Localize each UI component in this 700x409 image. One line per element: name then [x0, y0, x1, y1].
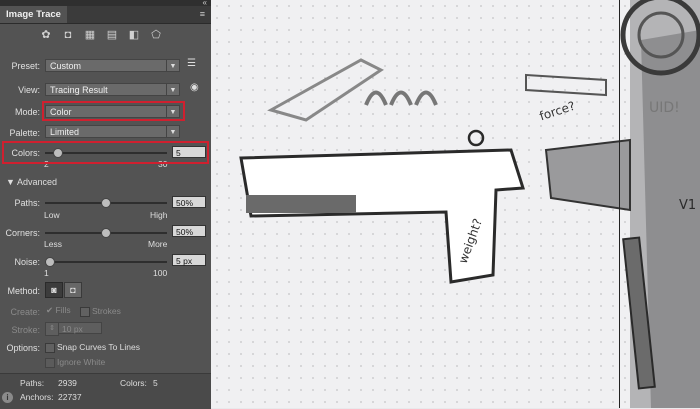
palette-dropdown[interactable]: Limited ▼ [45, 125, 180, 138]
outline-icon[interactable]: ⬠ [149, 29, 163, 41]
noise-field[interactable]: 5 px [172, 254, 206, 266]
annotation-uid: UID! [649, 100, 680, 116]
noise-min: 1 [44, 268, 49, 278]
colors-stat-value: 5 [153, 378, 158, 388]
view-label: View: [18, 85, 40, 95]
chevron-down-icon: ▼ [166, 84, 179, 95]
fills-checkbox[interactable]: ✔ Fills [46, 305, 71, 316]
panel-menu-icon[interactable]: ≡ [200, 9, 205, 19]
noise-slider-thumb[interactable] [44, 257, 55, 267]
bumps-sketch-drawing [364, 90, 438, 106]
corners-slider-thumb[interactable] [101, 228, 111, 238]
device-grip-shading [246, 195, 356, 213]
corners-field[interactable]: 50% [172, 225, 206, 237]
low-color-icon[interactable]: ▦ [83, 29, 97, 41]
mode-highlight-box [42, 101, 185, 121]
anchors-stat-value: 22737 [58, 392, 82, 402]
preset-value: Custom [50, 61, 82, 71]
paths-max: High [150, 210, 168, 220]
snap-curves-checkbox[interactable] [45, 343, 55, 353]
paths-label: Paths: [14, 198, 40, 208]
manage-presets-icon[interactable]: ☰ [187, 58, 196, 69]
traced-sketch [239, 0, 700, 408]
triangle-down-icon: ▼ [6, 177, 15, 187]
abutting-icon: ◙ [51, 285, 57, 295]
advanced-disclosure[interactable]: ▼ Advanced [6, 177, 57, 187]
paths-slider-thumb[interactable] [101, 198, 111, 208]
button-drawing [467, 129, 485, 147]
detail-sketch-drawing [525, 73, 607, 97]
device-outline-drawing [239, 148, 526, 284]
annotation-v1: V1 [679, 198, 697, 213]
overlapping-method-button[interactable]: ◘ [64, 282, 82, 298]
side-view-drawing [544, 138, 631, 212]
view-value: Tracing Result [50, 85, 108, 95]
paths-field[interactable]: 50% [172, 196, 206, 208]
pen-sketch-drawing [267, 58, 384, 122]
paths-stat-value: 2939 [58, 378, 77, 388]
chevron-down-icon: ▼ [166, 60, 179, 71]
eye-icon[interactable]: ◉ [190, 82, 199, 93]
preset-dropdown[interactable]: Custom ▼ [45, 59, 180, 72]
noise-label: Noise: [14, 257, 40, 267]
high-color-icon[interactable]: ◘ [61, 29, 75, 41]
create-label: Create: [10, 307, 40, 317]
advanced-label: Advanced [16, 177, 57, 187]
corners-label: Corners: [5, 228, 40, 238]
strokes-checkbox[interactable] [80, 307, 90, 317]
anchors-stat-label: Anchors: [20, 392, 54, 402]
snap-curves-label: Snap Curves To Lines [57, 342, 141, 352]
noise-slider-track[interactable] [45, 261, 167, 263]
corners-max: More [148, 239, 168, 249]
abutting-method-button[interactable]: ◙ [45, 282, 63, 298]
auto-color-icon[interactable]: ✿ [39, 29, 53, 41]
stroke-stepper[interactable]: ⇕ [45, 322, 59, 336]
image-trace-panel: « Image Trace ≡ ✿ ◘ ▦ ▤ ◧ ⬠ Preset: Custom ▼ ☰… [0, 0, 211, 409]
artboard-canvas[interactable]: force? weight? UID! V1 [211, 0, 700, 408]
colors-highlight-box [2, 141, 209, 164]
grayscale-icon[interactable]: ▤ [105, 29, 119, 41]
info-icon[interactable]: i [2, 392, 13, 403]
panel-tab-bar: Image Trace ≡ [0, 6, 211, 24]
ignore-white-checkbox[interactable] [45, 358, 55, 368]
fills-label: Fills [55, 305, 71, 315]
mode-label: Mode: [14, 107, 40, 117]
stroke-label: Stroke: [11, 325, 40, 335]
colors-stat-label: Colors: [120, 378, 147, 388]
palette-label: Palette: [9, 128, 40, 138]
check-icon: ✔ [46, 305, 54, 315]
strokes-label: Strokes [92, 306, 121, 316]
view-dropdown[interactable]: Tracing Result ▼ [45, 83, 180, 96]
tab-image-trace[interactable]: Image Trace [0, 6, 67, 23]
method-label: Method: [7, 286, 40, 296]
black-white-icon[interactable]: ◧ [127, 29, 141, 41]
overlapping-icon: ◘ [70, 285, 76, 295]
noise-max: 100 [153, 268, 168, 278]
stroke-field[interactable]: 10 px [58, 322, 102, 334]
preset-label: Preset: [11, 61, 40, 71]
preset-icon-row: ✿ ◘ ▦ ▤ ◧ ⬠ [39, 29, 171, 45]
palette-value: Limited [50, 127, 80, 137]
paths-min: Low [44, 210, 60, 220]
paths-stat-label: Paths: [20, 378, 45, 388]
corners-min: Less [44, 239, 62, 249]
options-label: Options: [6, 343, 40, 353]
chevron-down-icon: ▼ [166, 126, 179, 137]
artboard-edge-line [619, 0, 620, 408]
ignore-white-label: Ignore White [57, 357, 106, 367]
